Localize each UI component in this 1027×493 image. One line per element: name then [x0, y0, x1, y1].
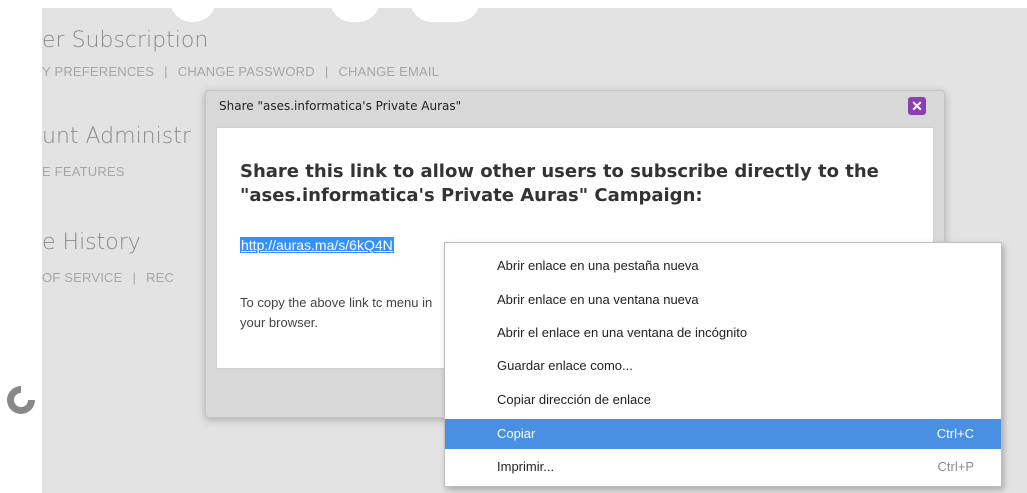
menu-item-open-new-tab[interactable]: Abrir enlace en una pestaña nueva	[445, 251, 1001, 281]
change-email-link[interactable]: CHANGE EMAIL	[338, 64, 439, 79]
close-icon[interactable]: ✕	[908, 97, 926, 115]
menu-item-save-link[interactable]: Guardar enlace como...	[445, 351, 1001, 381]
change-password-link[interactable]: CHANGE PASSWORD	[178, 64, 315, 79]
menu-item-label: Abrir el enlace en una ventana de incógn…	[497, 325, 748, 340]
history-links: OF SERVICE | REC	[42, 270, 175, 285]
menu-item-label: Abrir enlace en una pestaña nueva	[497, 258, 699, 273]
menu-item-print[interactable]: Imprimir... Ctrl+P	[445, 452, 1001, 482]
menu-item-copy[interactable]: Copiar Ctrl+C	[445, 419, 1001, 449]
subscription-links: Y PREFERENCES | CHANGE PASSWORD | CHANGE EMA…	[42, 64, 440, 79]
menu-item-label: Imprimir...	[497, 459, 555, 474]
history-heading: e History	[42, 230, 141, 255]
share-link[interactable]: http://auras.ma/s/6kQ4N	[240, 237, 394, 253]
administration-links: E FEATURES	[42, 164, 125, 179]
menu-item-copy-link-address[interactable]: Copiar dirección de enlace	[445, 385, 1001, 415]
copy-instructions: To copy the above link tc menu in your b…	[240, 295, 433, 330]
menu-item-label: Copiar	[497, 426, 536, 441]
top-decoration	[410, 0, 480, 22]
logo-icon	[7, 386, 35, 414]
dialog-title: Share "ases.informatica's Private Auras"	[219, 99, 462, 113]
service-link[interactable]: OF SERVICE	[42, 270, 123, 285]
menu-item-open-incognito[interactable]: Abrir el enlace en una ventana de incógn…	[445, 318, 1001, 348]
menu-item-label: Abrir enlace en una ventana nueva	[497, 292, 699, 307]
subscription-heading: er Subscription	[42, 28, 209, 53]
features-link[interactable]: E FEATURES	[42, 164, 125, 179]
menu-item-label: Copiar dirección de enlace	[497, 392, 651, 407]
rec-link[interactable]: REC	[146, 270, 174, 285]
preferences-link[interactable]: Y PREFERENCES	[42, 64, 154, 79]
menu-item-shortcut: Ctrl+P	[937, 459, 974, 474]
menu-item-open-new-window[interactable]: Abrir enlace en una ventana nueva	[445, 285, 1001, 315]
menu-item-shortcut: Ctrl+C	[936, 426, 974, 441]
menu-item-label: Guardar enlace como...	[497, 358, 633, 373]
administration-heading: unt Administr	[42, 124, 191, 149]
context-menu: Abrir enlace en una pestaña nueva Abrir …	[444, 242, 1002, 487]
share-heading: Share this link to allow other users to …	[240, 161, 879, 206]
